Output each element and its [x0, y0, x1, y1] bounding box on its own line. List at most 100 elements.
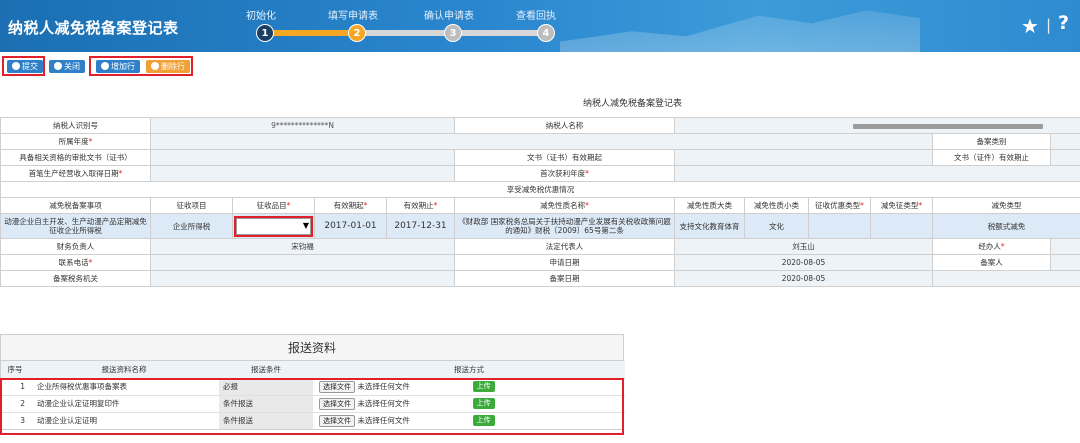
legal-rep-value: 刘玉山 — [674, 238, 934, 255]
step-1-circle[interactable]: 1 — [256, 24, 274, 42]
col-valid-from-text: 有效期起 — [333, 201, 364, 210]
col-cert-type: 减免征类型* — [870, 197, 934, 214]
step-label-3: 确认申请表 — [424, 11, 474, 22]
first-income-date-label: 首笔生产经营收入取得日期* — [0, 165, 151, 182]
filing-date-label: 备案日期 — [454, 270, 676, 287]
apply-date-value: 2020-08-05 — [674, 254, 934, 271]
header-separator: | — [1046, 16, 1052, 34]
filing-type-label: 备案类别 — [932, 133, 1052, 150]
row-tax-type: 企业所得税 — [150, 213, 233, 239]
chevron-down-icon[interactable]: ▼ — [303, 221, 309, 230]
year-input[interactable] — [149, 133, 934, 150]
year-label: 所属年度* — [0, 133, 151, 150]
row-tax-item-cell: ▼ — [232, 213, 315, 239]
handler-input[interactable] — [1050, 238, 1080, 255]
doc-valid-start-label: 文书（证书）有效期起 — [454, 149, 676, 166]
finance-lead-value: 宋钧福 — [149, 238, 456, 255]
legal-rep-label: 法定代表人 — [454, 238, 676, 255]
year-label-text: 所属年度 — [58, 137, 89, 146]
filing-date-spacer — [932, 270, 1080, 287]
help-icon[interactable]: ? — [1058, 12, 1069, 34]
table-row[interactable]: 动漫企业自主开发、生产动漫产品定期减免征收企业所得税 企业所得税 ▼ 2017-… — [0, 213, 1080, 239]
step-2-circle[interactable]: 2 — [348, 24, 366, 42]
row-valid-to[interactable]: 2017-12-31 — [385, 213, 456, 239]
close-label: 关闭 — [64, 62, 80, 71]
row-valid-from[interactable]: 2017-01-01 — [314, 213, 387, 239]
col-tax-item: 征收品目* — [232, 197, 315, 214]
row-exempt-type: 税额式减免 — [932, 213, 1080, 239]
step-track-done — [265, 30, 357, 36]
step-4-circle[interactable]: 4 — [537, 24, 555, 42]
col-valid-to-text: 有效期止 — [403, 201, 434, 210]
star-icon[interactable]: ★ — [1021, 14, 1039, 38]
att-col-name: 报送资料名称 — [29, 361, 219, 379]
col-pref-type-text: 征收优惠类型 — [815, 201, 861, 210]
phone-input[interactable] — [149, 254, 456, 271]
handler-label: 经办人* — [932, 238, 1052, 255]
taxpayer-name-label: 纳税人名称 — [454, 117, 676, 134]
first-profit-year-input[interactable] — [674, 165, 1080, 182]
row-nature-minor: 文化 — [744, 213, 810, 239]
col-tax-item-text: 征收品目 — [256, 201, 287, 210]
step-label-2: 填写申请表 — [328, 11, 378, 22]
filer-label: 备案人 — [932, 254, 1052, 271]
phone-label: 联系电话* — [0, 254, 151, 271]
row-nature-name: 《财政部 国家税务总局关于扶持动漫产业发展有关税收政策问题的通知》财税〔2009… — [454, 213, 676, 239]
enjoy-section-label: 享受减免税优惠情况 — [0, 181, 1080, 198]
col-nature-name: 减免性质名称* — [454, 197, 676, 214]
close-circle-icon — [54, 62, 62, 70]
step-label-1: 初始化 — [246, 11, 276, 22]
first-income-date-input[interactable] — [149, 165, 456, 182]
col-nature-major: 减免性质大类 — [674, 197, 746, 214]
col-pref-type: 征收优惠类型* — [808, 197, 872, 214]
form-title: 纳税人减免税备案登记表 — [583, 99, 683, 109]
filing-form-table: 纳税人识别号 9**************N 纳税人名称 所属年度* 备案类别… — [0, 117, 1080, 287]
apply-date-label: 申请日期 — [454, 254, 676, 271]
finance-lead-label: 财务负责人 — [0, 238, 151, 255]
col-item: 减免税备案事项 — [0, 197, 151, 214]
handler-label-text: 经办人 — [978, 242, 1001, 251]
doc-valid-start-input[interactable] — [674, 149, 934, 166]
step-3-circle[interactable]: 3 — [444, 24, 462, 42]
taxpayer-name-field — [674, 117, 1080, 134]
col-nature-name-text: 减免性质名称 — [540, 201, 586, 210]
highlight-attachment-rows — [0, 378, 624, 435]
taxpayer-id-value: 9**************N — [271, 121, 334, 130]
att-col-no: 序号 — [1, 361, 29, 379]
filing-type-input[interactable] — [1050, 133, 1080, 150]
great-wall-decoration — [560, 10, 920, 52]
col-valid-from: 有效期起* — [314, 197, 387, 214]
tax-office-value — [149, 270, 456, 287]
highlight-row-buttons — [89, 56, 193, 76]
col-tax-type: 征收项目 — [150, 197, 233, 214]
tax-item-select[interactable]: ▼ — [234, 215, 313, 237]
row-pref-type[interactable] — [808, 213, 872, 239]
approval-doc-label: 具备相关资格的审批文书（证书） — [0, 149, 151, 166]
phone-label-text: 联系电话 — [58, 258, 89, 267]
row-item: 动漫企业自主开发、生产动漫产品定期减免征收企业所得税 — [0, 213, 151, 239]
filing-date-value: 2020-08-05 — [674, 270, 934, 287]
doc-valid-end-input[interactable] — [1050, 149, 1080, 166]
first-profit-year-text: 首次获利年度 — [540, 169, 586, 178]
app-title: 纳税人减免税备案登记表 — [8, 19, 179, 37]
app-header: 纳税人减免税备案登记表 初始化 填写申请表 确认申请表 查看回执 1 2 3 4… — [0, 0, 1080, 52]
doc-valid-end-label: 文书（证件）有效期止 — [932, 149, 1052, 166]
col-valid-to: 有效期止* — [385, 197, 456, 214]
redacted-name — [852, 123, 1043, 129]
tax-office-label: 备案税务机关 — [0, 270, 151, 287]
taxpayer-id-label: 纳税人识别号 — [0, 117, 151, 134]
step-label-4: 查看回执 — [516, 11, 556, 22]
row-cert-type[interactable] — [870, 213, 934, 239]
first-profit-year-label: 首次获利年度* — [454, 165, 676, 182]
close-button[interactable]: 关闭 — [49, 60, 85, 73]
highlight-submit — [2, 56, 45, 76]
filer-value — [1050, 254, 1080, 271]
col-exempt-type: 减免类型 — [932, 197, 1080, 214]
attachments-title: 报送资料 — [1, 335, 623, 361]
approval-doc-input[interactable] — [149, 149, 456, 166]
first-income-date-text: 首笔生产经营收入取得日期 — [28, 169, 119, 178]
col-nature-minor: 减免性质小类 — [744, 197, 810, 214]
att-col-condition: 报送条件 — [219, 361, 313, 379]
att-col-method: 报送方式 — [313, 361, 625, 379]
row-nature-major: 支持文化教育体育 — [674, 213, 746, 239]
